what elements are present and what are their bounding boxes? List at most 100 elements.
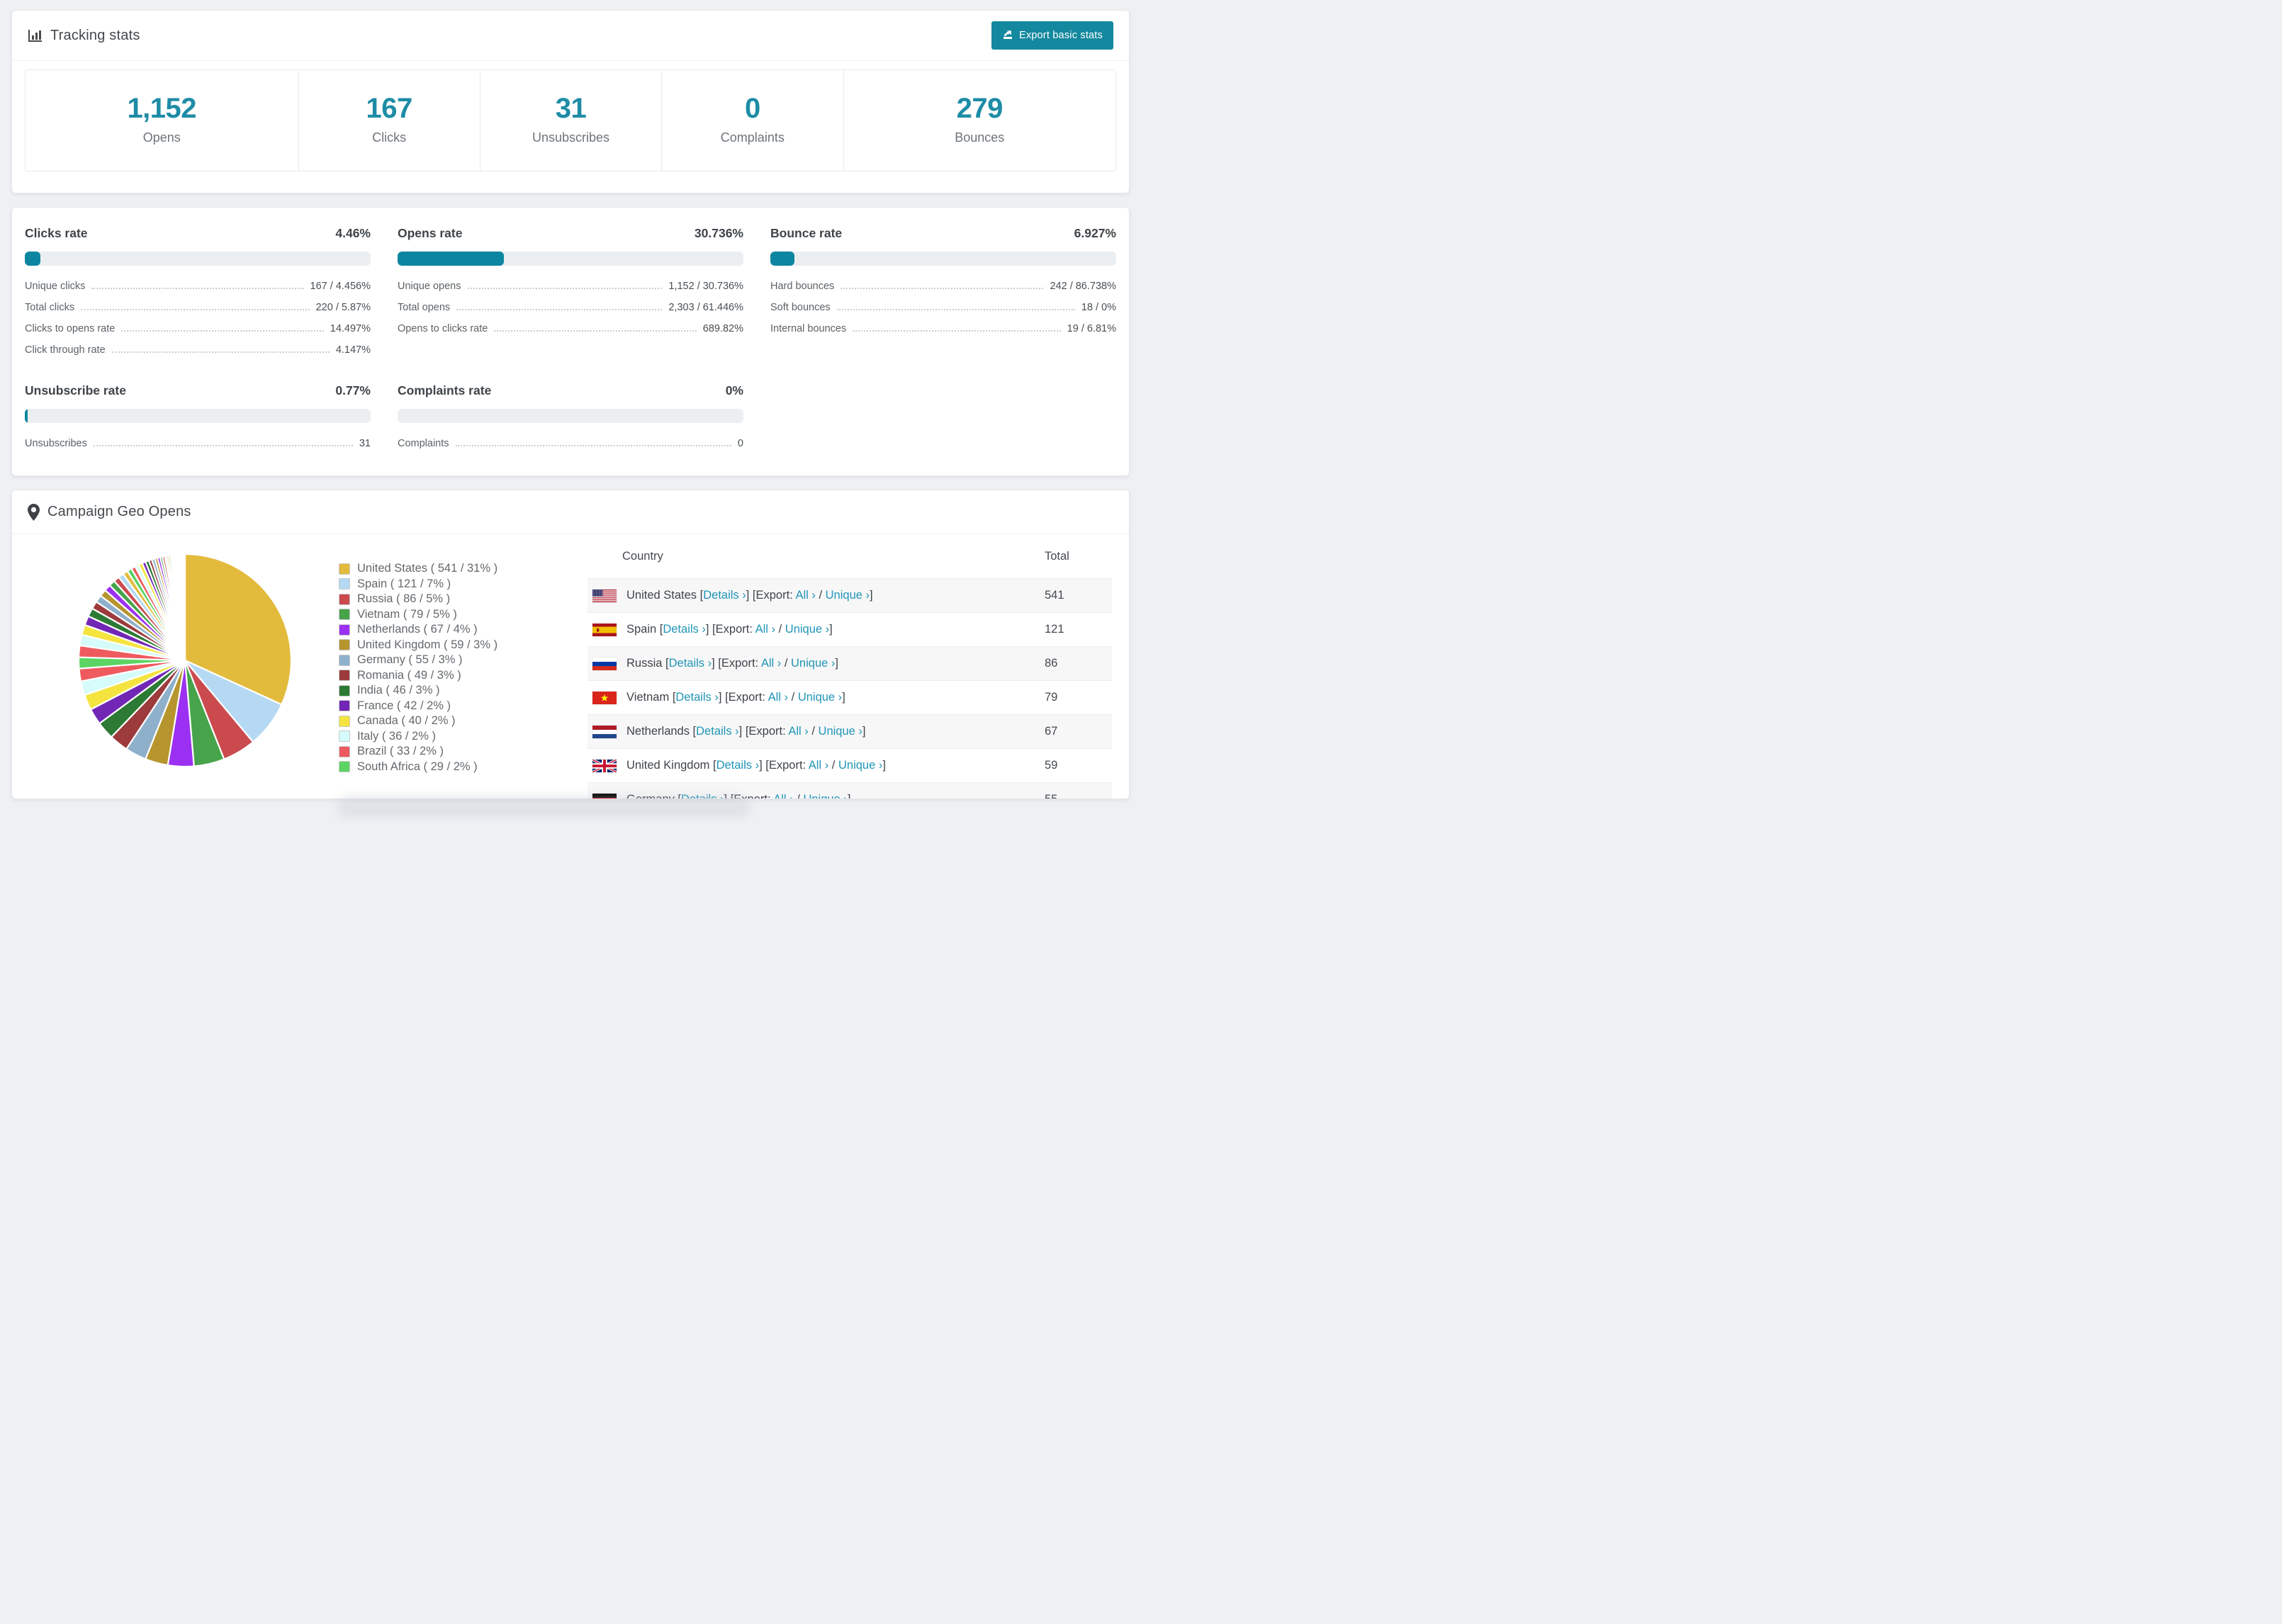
details-link[interactable]: Details › <box>675 691 719 704</box>
total-cell: 55 <box>1045 793 1058 799</box>
tracking-stats-title: Tracking stats <box>28 28 140 44</box>
geo-table-row-nl: Netherlands [Details ›] [Export: All › /… <box>588 714 1112 748</box>
horizontal-scrollbar[interactable] <box>343 802 744 811</box>
stat-label: Bounces <box>955 130 1005 145</box>
rate-stat-row: Total clicks 220 / 5.87% <box>25 297 371 318</box>
legend-label: Italy ( 36 / 2% ) <box>357 729 436 743</box>
export-all-link[interactable]: All › <box>773 793 793 799</box>
details-link[interactable]: Details › <box>663 623 706 636</box>
rate-stat-label: Total opens <box>398 302 451 313</box>
rate-value: 30.736% <box>694 226 743 240</box>
details-link[interactable]: Details › <box>669 657 712 670</box>
details-link[interactable]: Details › <box>703 589 746 602</box>
legend-swatch <box>339 624 349 635</box>
dotted-leader <box>467 288 663 289</box>
export-unique-link[interactable]: Unique › <box>838 759 882 772</box>
geo-table-row-es: Spain [Details ›] [Export: All › / Uniqu… <box>588 612 1112 646</box>
legend-swatch <box>339 594 349 604</box>
export-all-link[interactable]: All › <box>761 657 781 670</box>
export-unique-link[interactable]: Unique › <box>803 793 847 799</box>
rate-progress-fill <box>398 252 504 266</box>
us-flag-icon <box>592 589 617 602</box>
geo-pie-chart <box>77 553 293 768</box>
campaign-geo-opens-card: Campaign Geo Opens United States ( 541 /… <box>11 490 1130 799</box>
export-unique-link[interactable]: Unique › <box>819 725 862 738</box>
rate-stat-row: Complaints 0 <box>398 433 743 454</box>
ru-flag-icon <box>592 657 617 670</box>
legend-label: Spain ( 121 / 7% ) <box>357 577 451 590</box>
rate-stat-value: 0 <box>737 438 743 449</box>
geo-table-row-gb: United Kingdom [Details ›] [Export: All … <box>588 748 1112 782</box>
legend-label: South Africa ( 29 / 2% ) <box>357 760 478 773</box>
summary-stat-clicks: 167 Clicks <box>298 70 480 171</box>
legend-swatch <box>339 685 349 696</box>
rate-stat-row: Click through rate 4.147% <box>25 339 371 361</box>
summary-stat-complaints: 0 Complaints <box>661 70 843 171</box>
total-cell: 79 <box>1045 691 1058 704</box>
legend-label: United Kingdom ( 59 / 3% ) <box>357 638 498 651</box>
rate-title: Bounce rate <box>770 226 843 240</box>
rate-stat-value: 4.147% <box>335 344 371 356</box>
details-link[interactable]: Details › <box>716 759 760 772</box>
details-link[interactable]: Details › <box>681 793 724 799</box>
rates-grid: Clicks rate 4.46% Unique clicks 167 / 4.… <box>25 226 1116 454</box>
country-cell: Russia [Details ›] [Export: All › / Uniq… <box>626 657 838 670</box>
geo-table-row-us: United States [Details ›] [Export: All ›… <box>588 578 1112 612</box>
export-unique-link[interactable]: Unique › <box>798 691 842 704</box>
gb-flag-icon <box>592 759 617 772</box>
rate-stat-label: Hard bounces <box>770 281 835 292</box>
legend-swatch <box>339 640 349 650</box>
export-basic-stats-button[interactable]: Export basic stats <box>991 21 1113 50</box>
geo-table-row-de: Germany [Details ›] [Export: All › / Uni… <box>588 782 1112 799</box>
legend-swatch <box>339 731 349 742</box>
export-unique-link[interactable]: Unique › <box>785 623 829 636</box>
stat-value: 0 <box>744 93 760 124</box>
geo-table-row-ru: Russia [Details ›] [Export: All › / Uniq… <box>588 646 1112 680</box>
rate-stat-value: 167 / 4.456% <box>310 281 371 292</box>
legend-item: Spain ( 121 / 7% ) <box>339 577 586 592</box>
rates-card: Clicks rate 4.46% Unique clicks 167 / 4.… <box>11 207 1130 476</box>
rate-stat-row: Total opens 2,303 / 61.446% <box>398 297 743 318</box>
details-link[interactable]: Details › <box>696 725 739 738</box>
geo-title: Campaign Geo Opens <box>47 504 191 519</box>
rate-progress-track <box>770 252 1116 266</box>
rate-section-complaints-rate: Complaints rate 0% Complaints 0 <box>398 383 743 454</box>
legend-swatch <box>339 563 349 574</box>
rate-value: 6.927% <box>1074 226 1116 240</box>
geo-table: Country Total United States [Details ›] … <box>588 534 1112 799</box>
geo-content: United States ( 541 / 31% ) Spain ( 121 … <box>12 534 1129 799</box>
export-all-link[interactable]: All › <box>788 725 808 738</box>
bar-chart-icon <box>28 28 43 43</box>
nl-flag-icon <box>592 725 617 738</box>
legend-item: United States ( 541 / 31% ) <box>339 561 586 577</box>
rate-value: 0% <box>725 383 743 397</box>
tracking-stats-card: Tracking stats Export basic stats 1,152 … <box>11 10 1130 193</box>
legend-item: Canada ( 40 / 2% ) <box>339 714 586 729</box>
rate-stat-row: Unsubscribes 31 <box>25 433 371 454</box>
rate-title: Clicks rate <box>25 226 88 240</box>
legend-label: India ( 46 / 3% ) <box>357 684 440 697</box>
export-unique-link[interactable]: Unique › <box>791 657 835 670</box>
stat-label: Complaints <box>720 130 785 145</box>
legend-item: South Africa ( 29 / 2% ) <box>339 760 586 775</box>
export-all-link[interactable]: All › <box>809 759 828 772</box>
export-all-link[interactable]: All › <box>755 623 775 636</box>
legend-label: France ( 42 / 2% ) <box>357 699 451 712</box>
export-all-link[interactable]: All › <box>795 589 815 602</box>
export-all-link[interactable]: All › <box>768 691 788 704</box>
rate-stat-value: 18 / 0% <box>1081 302 1116 313</box>
rate-stat-value: 1,152 / 30.736% <box>668 281 743 292</box>
country-cell: Germany [Details ›] [Export: All › / Uni… <box>626 793 1045 799</box>
rate-stat-value: 2,303 / 61.446% <box>668 302 743 313</box>
total-cell: 121 <box>1045 623 1064 636</box>
country-cell: United States [Details ›] [Export: All ›… <box>626 589 873 602</box>
export-unique-link[interactable]: Unique › <box>826 589 870 602</box>
stat-label: Opens <box>142 130 181 145</box>
rate-progress-fill <box>25 409 28 423</box>
total-cell: 86 <box>1045 657 1058 670</box>
stat-label: Clicks <box>372 130 407 145</box>
total-column-header: Total <box>1045 549 1069 563</box>
legend-swatch <box>339 579 349 590</box>
legend-swatch <box>339 746 349 757</box>
rate-value: 0.77% <box>335 383 371 397</box>
